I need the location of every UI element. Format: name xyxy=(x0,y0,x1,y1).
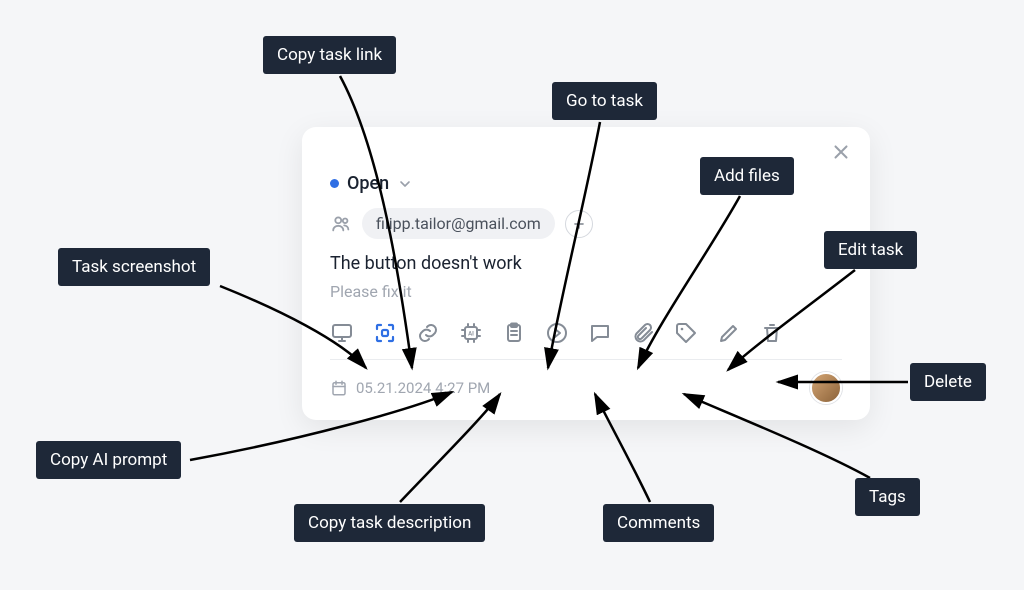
plus-icon xyxy=(572,217,586,231)
avatar[interactable] xyxy=(810,372,842,404)
monitor-icon[interactable] xyxy=(330,321,354,345)
assignee-chip[interactable]: filipp.tailor@gmail.com xyxy=(362,208,555,239)
svg-text:AI: AI xyxy=(468,331,474,338)
callout-comments: Comments xyxy=(603,504,714,542)
timestamp-text: 05.21.2024 4:27 PM xyxy=(356,379,490,397)
timestamp-group: 05.21.2024 4:27 PM xyxy=(330,379,490,397)
assignee-row: filipp.tailor@gmail.com xyxy=(330,208,842,239)
edit-icon[interactable] xyxy=(717,321,741,345)
attachment-icon[interactable] xyxy=(631,321,655,345)
close-button[interactable] xyxy=(830,141,852,163)
callout-copy-task-description: Copy task description xyxy=(294,504,485,542)
clipboard-icon[interactable] xyxy=(502,321,526,345)
status-label: Open xyxy=(347,173,389,194)
task-title: The button doesn't work xyxy=(330,253,842,274)
chevron-down-icon xyxy=(397,176,413,192)
comment-icon[interactable] xyxy=(588,321,612,345)
delete-icon[interactable] xyxy=(760,321,784,345)
callout-add-files: Add files xyxy=(700,157,794,195)
goto-icon[interactable] xyxy=(545,321,569,345)
task-description: Please fix it xyxy=(330,282,842,301)
card-footer: 05.21.2024 4:27 PM xyxy=(330,360,842,404)
users-icon xyxy=(330,213,352,235)
callout-copy-ai-prompt: Copy AI prompt xyxy=(36,441,181,479)
ai-chip-icon[interactable]: AI xyxy=(459,321,483,345)
calendar-icon xyxy=(330,379,348,397)
callout-task-screenshot: Task screenshot xyxy=(58,248,210,286)
status-dot-icon xyxy=(330,179,339,188)
callout-copy-task-link: Copy task link xyxy=(263,36,396,74)
tag-icon[interactable] xyxy=(674,321,698,345)
task-toolbar: AI xyxy=(330,321,842,360)
add-assignee-button[interactable] xyxy=(565,210,593,238)
link-icon[interactable] xyxy=(416,321,440,345)
callout-delete: Delete xyxy=(910,363,986,401)
callout-edit-task: Edit task xyxy=(824,231,917,269)
callout-go-to-task: Go to task xyxy=(552,82,657,120)
capture-icon[interactable] xyxy=(373,321,397,345)
callout-tags: Tags xyxy=(855,478,920,516)
